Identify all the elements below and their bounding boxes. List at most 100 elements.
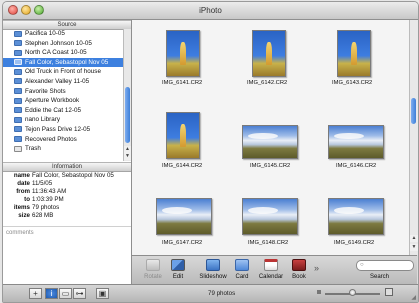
photo-browser: IMG_6141.CR2 IMG_6142.CR2 IMG_6143.CR2 I… <box>132 20 409 255</box>
album-icon <box>14 97 22 104</box>
comments-field[interactable]: comments <box>6 230 34 236</box>
info-name-key: name <box>13 172 30 179</box>
scroll-down-arrow-icon[interactable]: ▼ <box>124 153 131 160</box>
search-icon: ○ <box>360 262 364 268</box>
book-label: Book <box>292 274 306 280</box>
photo-image[interactable] <box>242 125 298 159</box>
zoom-large-icon <box>385 288 393 296</box>
source-item-label: Aperture Workbook <box>25 97 80 105</box>
book-button[interactable]: Book <box>290 259 308 280</box>
comments-divider <box>3 226 131 227</box>
photo-caption: IMG_6142.CR2 <box>247 80 288 86</box>
calendar-view-button[interactable]: ▭ <box>59 288 72 299</box>
source-scroll-thumb[interactable] <box>125 87 130 143</box>
info-button[interactable]: i <box>45 288 58 299</box>
photo-image[interactable] <box>337 30 371 77</box>
album-icon <box>14 59 22 66</box>
album-icon <box>14 30 22 37</box>
source-item-trash[interactable]: Trash <box>3 144 123 154</box>
source-item-label: nano Library <box>25 116 61 124</box>
scroll-up-arrow-icon[interactable]: ▲ <box>124 146 131 153</box>
card-button[interactable]: Card <box>233 259 251 280</box>
scroll-up-arrow-icon[interactable]: ▲ <box>410 235 418 242</box>
photo-caption: IMG_6149.CR2 <box>334 240 375 246</box>
photo-caption: IMG_6141.CR2 <box>162 80 203 86</box>
source-item-label: Recovered Photos <box>25 135 77 143</box>
album-icon <box>14 78 22 85</box>
photo-image[interactable] <box>252 30 286 77</box>
source-item-label: Eddie the Cat 12-05 <box>25 106 82 114</box>
album-icon <box>14 88 22 95</box>
iphoto-window: iPhoto Source Pacifica 10-05 Stephen Joh… <box>2 1 419 303</box>
fullscreen-button[interactable]: ▣ <box>96 288 109 299</box>
edit-icon <box>171 259 185 271</box>
slideshow-button[interactable]: Slideshow <box>198 259 228 280</box>
info-date-key: date <box>17 180 30 187</box>
trash-icon <box>14 145 22 152</box>
rotate-button[interactable]: Rotate <box>142 259 164 280</box>
info-from-row: from 11:36:43 AM <box>3 188 66 195</box>
source-item-old-truck[interactable]: Old Truck in Front of house <box>3 67 123 77</box>
search-label: Search <box>370 274 390 280</box>
info-from-key: from <box>16 188 30 195</box>
info-to-key: to <box>24 196 30 203</box>
album-icon <box>14 126 22 133</box>
calendar-label: Calendar <box>258 274 284 280</box>
source-item-north-ca-coast[interactable]: North CA Coast 10-05 <box>3 48 123 58</box>
info-to-value: 1:03:39 PM <box>32 196 64 203</box>
status-bar: + i ▭ ⊶ ▣ 79 photos ◢ <box>3 284 418 302</box>
photo-image[interactable] <box>166 112 200 159</box>
card-icon <box>235 259 249 271</box>
calendar-button[interactable]: Calendar <box>257 259 285 280</box>
source-item-label: Alexander Valley 11-05 <box>25 77 90 85</box>
album-icon <box>14 107 22 114</box>
source-item-fall-color[interactable]: Fall Color, Sebastopol Nov 05 <box>3 57 123 68</box>
edit-button[interactable]: Edit <box>169 259 187 280</box>
slideshow-icon <box>206 259 220 271</box>
photo-caption: IMG_6148.CR2 <box>248 240 289 246</box>
source-item-label: North CA Coast 10-05 <box>25 49 87 57</box>
source-item-aperture-workbook[interactable]: Aperture Workbook <box>3 96 123 106</box>
source-item-tejon-pass[interactable]: Tejon Pass Drive 12-05 <box>3 125 123 135</box>
info-name-value[interactable]: Fall Color, Sebastopol Nov 05 <box>32 172 114 179</box>
photo-image[interactable] <box>156 198 212 235</box>
source-item-pacifica[interactable]: Pacifica 10-05 <box>3 29 123 39</box>
calendar-icon <box>264 259 278 271</box>
source-item-label: Old Truck in Front of house <box>25 68 101 76</box>
left-pane: Source Pacifica 10-05 Stephen Johnson 10… <box>3 20 132 284</box>
source-item-label: Stephen Johnson 10-05 <box>25 39 92 47</box>
scroll-down-arrow-icon[interactable]: ▼ <box>410 244 418 251</box>
resize-grip-icon[interactable]: ◢ <box>411 294 416 301</box>
information-header: Information <box>3 162 131 172</box>
source-item-eddie-the-cat[interactable]: Eddie the Cat 12-05 <box>3 106 123 116</box>
zoom-slider-knob[interactable] <box>349 289 356 296</box>
source-scrollbar[interactable]: ▲ ▼ <box>123 29 131 161</box>
photo-scrollbar[interactable]: ▲ ▼ <box>409 20 418 255</box>
more-tools-icon[interactable]: » <box>314 263 319 273</box>
rotate-icon <box>146 259 160 271</box>
information-panel: name Fall Color, Sebastopol Nov 05 date 11… <box>3 172 131 284</box>
album-icon <box>14 136 22 143</box>
add-album-button[interactable]: + <box>29 288 42 299</box>
photo-count: 79 photos <box>208 290 236 297</box>
keyword-button[interactable]: ⊶ <box>73 288 86 299</box>
source-item-favorite-shots[interactable]: Favorite Shots <box>3 87 123 97</box>
photo-caption: IMG_6145.CR2 <box>250 163 291 169</box>
info-to-row: to 1:03:39 PM <box>3 196 64 203</box>
info-name-row: name Fall Color, Sebastopol Nov 05 <box>3 172 114 179</box>
search-input[interactable]: ○ <box>356 260 414 271</box>
source-item-stephen-johnson[interactable]: Stephen Johnson 10-05 <box>3 39 123 49</box>
window-title: iPhoto <box>199 6 222 15</box>
source-item-nano-library[interactable]: nano Library <box>3 115 123 125</box>
photo-image[interactable] <box>242 198 298 235</box>
info-size-value: 628 MB <box>32 212 54 219</box>
photo-image[interactable] <box>328 198 384 235</box>
photo-scroll-thumb[interactable] <box>411 98 416 124</box>
info-size-row: size 628 MB <box>3 212 53 219</box>
source-item-label: Fall Color, Sebastopol Nov 05 <box>25 58 109 66</box>
info-date-value[interactable]: 11/5/05 <box>32 180 52 187</box>
source-item-recovered-photos[interactable]: Recovered Photos <box>3 135 123 145</box>
photo-image[interactable] <box>166 30 200 77</box>
photo-image[interactable] <box>328 125 384 159</box>
source-item-alexander-valley[interactable]: Alexander Valley 11-05 <box>3 77 123 87</box>
